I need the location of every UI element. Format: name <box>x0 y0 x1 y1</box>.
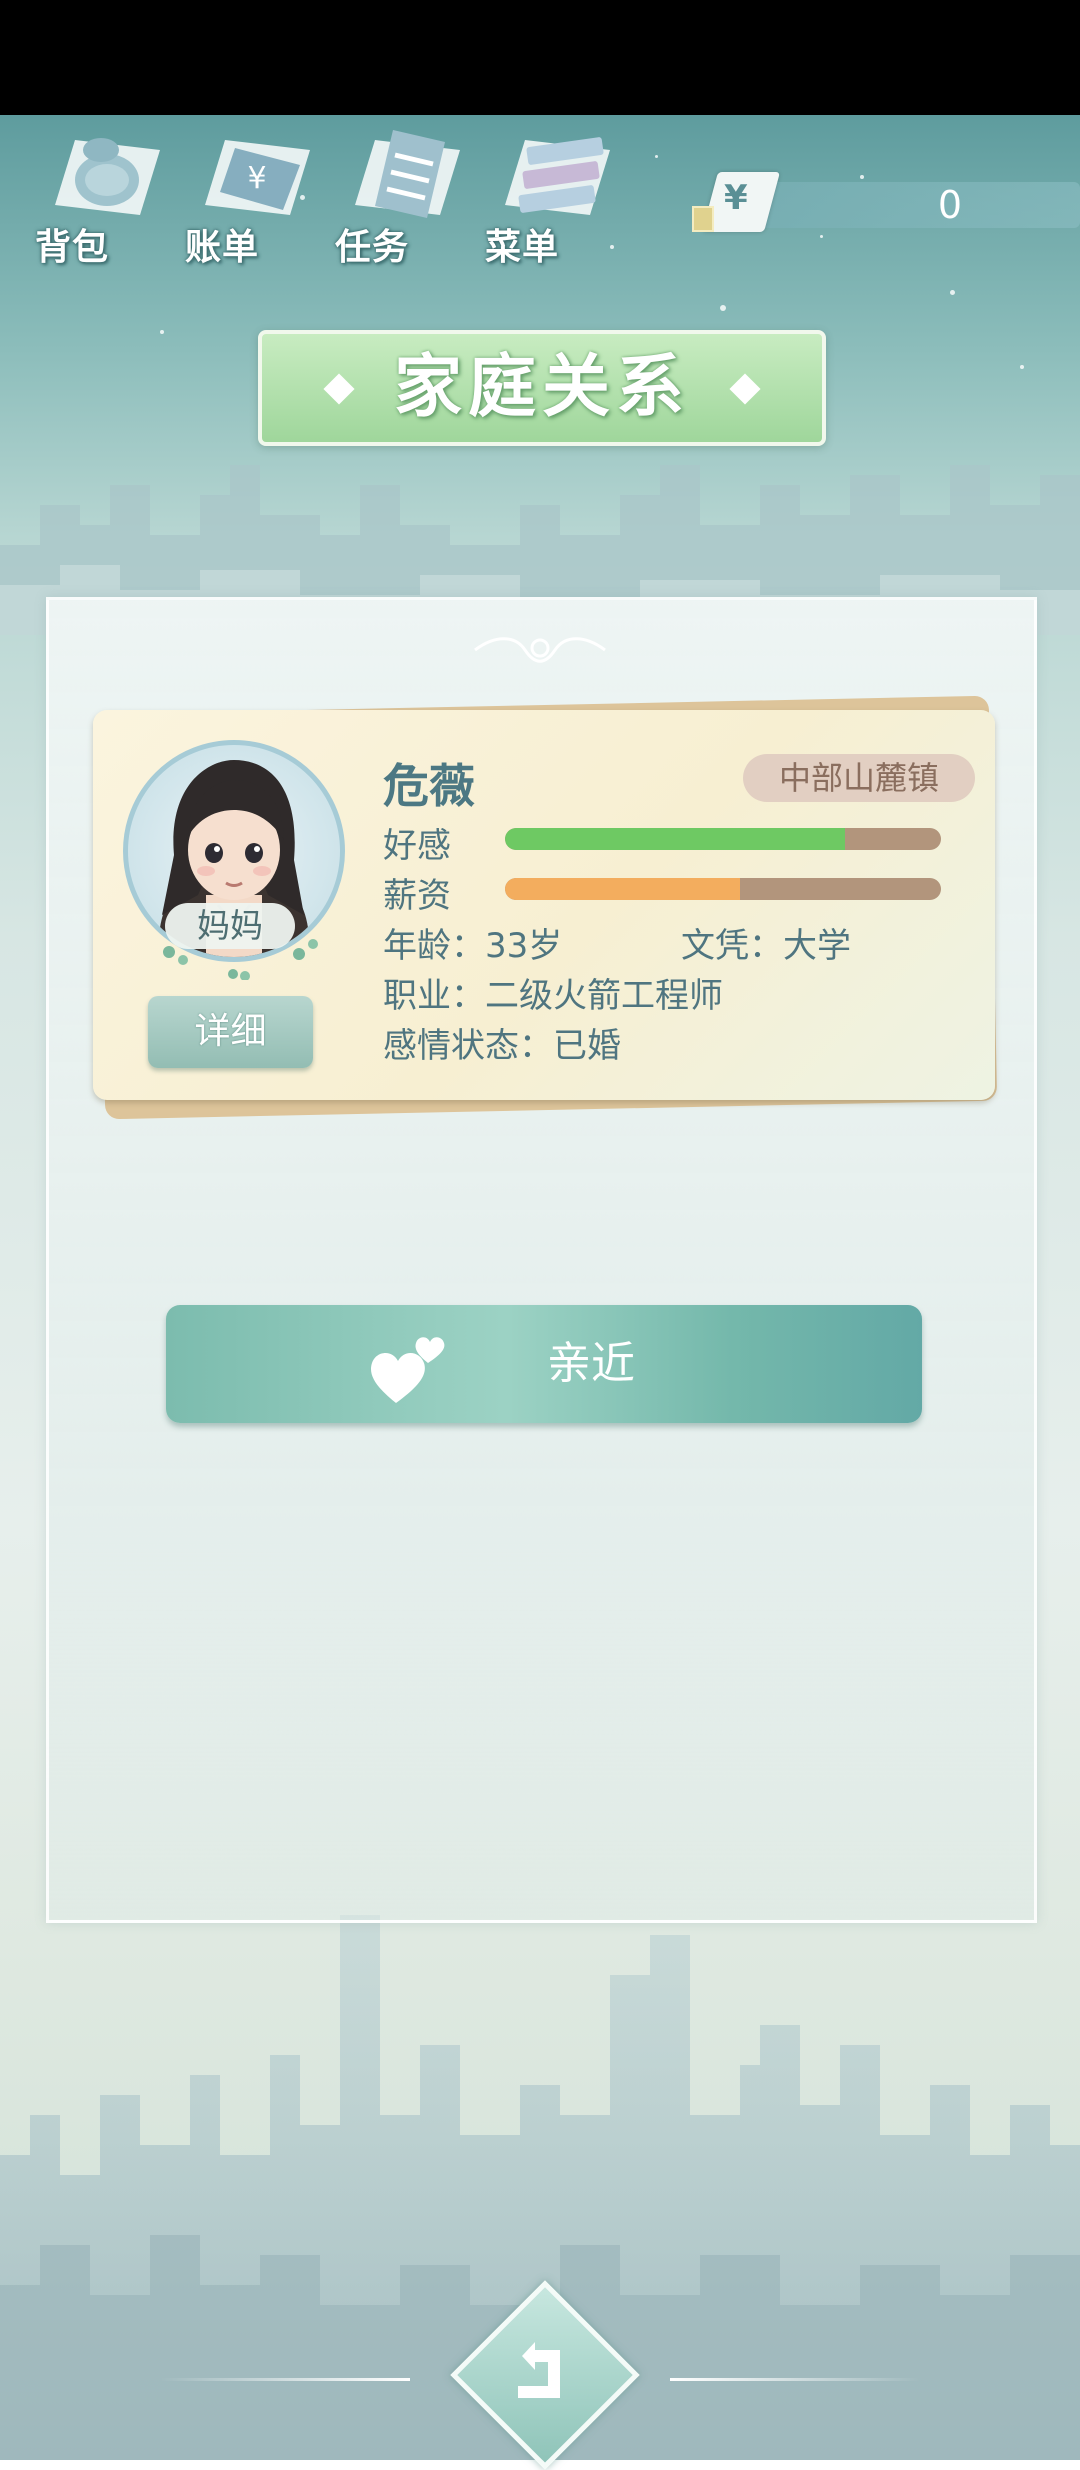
menu-icon <box>505 137 610 215</box>
svg-text:¥: ¥ <box>247 161 266 196</box>
currency-value: 0 <box>937 183 963 227</box>
toolbar-bill-button[interactable]: ¥ 账单 <box>185 120 315 270</box>
salary-bar-fill <box>505 878 741 900</box>
task-icon <box>355 130 460 218</box>
relationship-text: 感情状态：已婚 <box>383 1026 621 1066</box>
location-badge: 中部山麓镇 <box>743 754 975 802</box>
relation-label: 妈妈 <box>165 903 295 949</box>
toolbar-menu-label: 菜单 <box>485 227 560 268</box>
return-arrow-icon <box>518 2342 560 2398</box>
currency-symbol: ¥ <box>724 178 748 218</box>
toolbar-bill-label: 账单 <box>185 227 260 268</box>
bag-icon <box>55 138 160 215</box>
approach-button[interactable]: 亲近 <box>166 1305 922 1423</box>
detail-button[interactable]: 详细 <box>148 996 313 1068</box>
age-text: 年龄：33岁 <box>383 926 563 966</box>
favor-bar-fill <box>505 828 846 850</box>
education-text: 文凭：大学 <box>681 926 851 966</box>
toolbar-menu-button[interactable]: 菜单 <box>485 120 615 270</box>
currency-display: ¥ 0 <box>690 172 1080 232</box>
divider-right <box>670 2378 920 2381</box>
toolbar-bag-label: 背包 <box>35 227 110 268</box>
approach-label: 亲近 <box>547 1338 635 1389</box>
salary-bar <box>505 878 941 900</box>
status-bar <box>0 0 1080 115</box>
toolbar-task-button[interactable]: 任务 <box>335 120 465 270</box>
member-card: 妈妈 详细 危薇 中部山麓镇 好感 薪资 年龄：33岁 文凭：大学 职业：二级火… <box>93 710 995 1100</box>
title-banner: 家庭关系 <box>258 330 826 446</box>
divider-left <box>160 2378 410 2381</box>
salary-label: 薪资 <box>383 876 451 916</box>
hearts-icon <box>371 1337 445 1403</box>
bill-icon: ¥ <box>205 140 310 215</box>
coin-icon <box>692 206 714 232</box>
toolbar-bag-button[interactable]: 背包 <box>35 120 165 270</box>
favor-bar <box>505 828 941 850</box>
toolbar-task-label: 任务 <box>335 227 410 268</box>
member-name: 危薇 <box>383 759 475 813</box>
ornament-icon <box>474 637 606 663</box>
favor-label: 好感 <box>383 826 451 866</box>
family-panel: 妈妈 详细 危薇 中部山麓镇 好感 薪资 年龄：33岁 文凭：大学 职业：二级火… <box>46 597 1037 1923</box>
job-text: 职业：二级火箭工程师 <box>383 976 723 1016</box>
